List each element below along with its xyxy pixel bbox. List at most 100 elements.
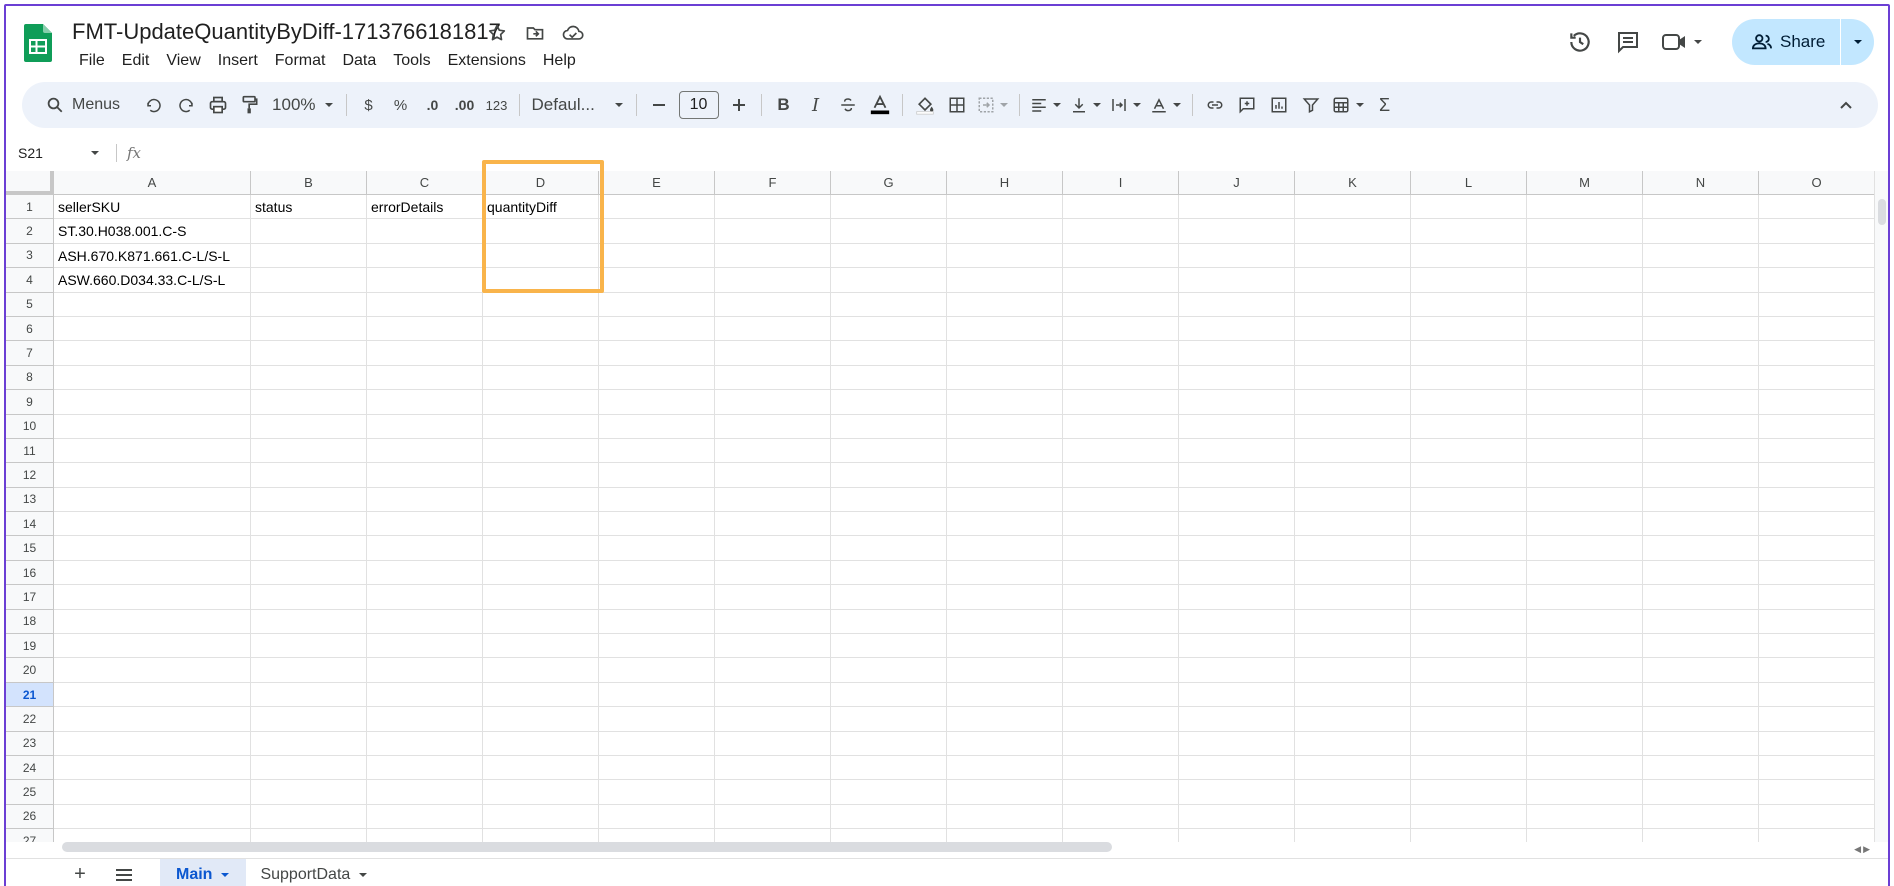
row-header[interactable]: 3 (6, 243, 54, 269)
star-icon[interactable] (484, 20, 510, 46)
cell[interactable] (947, 487, 1063, 513)
cell[interactable] (599, 316, 715, 342)
cell[interactable] (599, 536, 715, 561)
increase-decimal-button[interactable]: .00 (449, 89, 481, 121)
row-header[interactable]: 20 (6, 658, 54, 683)
cell[interactable] (947, 438, 1063, 464)
cell[interactable] (1063, 292, 1179, 317)
cell[interactable] (251, 585, 367, 610)
cell[interactable] (1179, 731, 1295, 756)
cell[interactable] (483, 755, 599, 781)
cell[interactable] (599, 634, 715, 659)
cell[interactable] (1295, 341, 1411, 366)
row-header[interactable]: 22 (6, 707, 54, 732)
cell[interactable] (1411, 365, 1527, 391)
cell[interactable] (1063, 414, 1179, 439)
cell[interactable] (1643, 243, 1759, 269)
cell[interactable] (715, 731, 831, 756)
cell[interactable] (367, 585, 483, 610)
cell[interactable] (54, 316, 251, 342)
cell[interactable] (831, 731, 947, 756)
cell[interactable] (367, 658, 483, 683)
row-header[interactable]: 9 (6, 390, 54, 415)
cell[interactable] (831, 268, 947, 293)
cloud-status-icon[interactable] (560, 20, 586, 46)
sheet-tab-main[interactable]: Main (160, 858, 247, 886)
cell[interactable] (1063, 804, 1179, 830)
cell[interactable] (599, 487, 715, 513)
cell[interactable] (599, 755, 715, 781)
cell[interactable] (1759, 438, 1875, 464)
cell[interactable] (1179, 536, 1295, 561)
cell[interactable] (1759, 658, 1875, 683)
cell[interactable] (1527, 243, 1643, 269)
row-header[interactable]: 19 (6, 634, 54, 659)
cell[interactable] (483, 219, 599, 244)
cell[interactable] (1295, 609, 1411, 635)
cell[interactable] (599, 731, 715, 756)
cell[interactable] (251, 634, 367, 659)
cell[interactable] (1411, 755, 1527, 781)
cell[interactable] (599, 195, 715, 220)
cell[interactable] (1411, 219, 1527, 244)
column-header[interactable]: N (1643, 171, 1759, 195)
menu-help[interactable]: Help (535, 50, 585, 72)
cell[interactable] (367, 560, 483, 586)
italic-icon[interactable]: I (800, 89, 832, 121)
decrease-font-size-icon[interactable] (643, 89, 675, 121)
more-formats-button[interactable]: 123 (481, 89, 513, 121)
fill-color-icon[interactable] (909, 89, 941, 121)
cell[interactable] (54, 707, 251, 732)
cell[interactable] (947, 560, 1063, 586)
cell[interactable] (1527, 268, 1643, 293)
cell[interactable] (1295, 438, 1411, 464)
cell[interactable] (251, 829, 367, 842)
cell[interactable] (1063, 316, 1179, 342)
cell[interactable] (1643, 536, 1759, 561)
cell[interactable] (1295, 268, 1411, 293)
cell[interactable] (1179, 365, 1295, 391)
cell[interactable] (1643, 755, 1759, 781)
column-header[interactable]: H (947, 171, 1063, 195)
cell[interactable]: ST.30.H038.001.C-S (54, 219, 251, 244)
cell[interactable] (1527, 487, 1643, 513)
cell[interactable] (831, 634, 947, 659)
decrease-decimal-button[interactable]: .0 (417, 89, 449, 121)
cell[interactable] (831, 463, 947, 488)
cell[interactable] (599, 268, 715, 293)
cell[interactable] (599, 609, 715, 635)
cell[interactable] (1411, 414, 1527, 439)
cell[interactable] (251, 682, 367, 708)
cell[interactable] (1411, 634, 1527, 659)
cell[interactable] (715, 755, 831, 781)
cell[interactable] (483, 682, 599, 708)
cell[interactable] (1527, 463, 1643, 488)
cell[interactable] (367, 316, 483, 342)
cell[interactable] (251, 292, 367, 317)
scroll-left-icon[interactable]: ◀ (1854, 844, 1861, 855)
cell[interactable] (599, 365, 715, 391)
share-button[interactable]: Share (1732, 19, 1874, 65)
zoom-select[interactable]: 100% (266, 89, 339, 121)
cell[interactable] (831, 219, 947, 244)
column-header[interactable]: B (251, 171, 367, 195)
format-currency-button[interactable]: $ (353, 89, 385, 121)
menu-file[interactable]: File (72, 50, 114, 72)
cell[interactable] (1527, 390, 1643, 415)
cell[interactable] (1179, 243, 1295, 269)
cell[interactable] (483, 463, 599, 488)
cell[interactable] (1063, 438, 1179, 464)
cell[interactable] (251, 560, 367, 586)
sheet-tab-supportdata[interactable]: SupportData (246, 859, 382, 886)
format-percent-button[interactable]: % (385, 89, 417, 121)
cell[interactable] (367, 780, 483, 805)
cell[interactable] (1643, 219, 1759, 244)
cell[interactable] (367, 731, 483, 756)
cell[interactable] (54, 463, 251, 488)
cell[interactable] (1411, 341, 1527, 366)
row-header[interactable]: 14 (6, 512, 54, 537)
cell[interactable] (947, 268, 1063, 293)
cell[interactable] (1295, 755, 1411, 781)
cell[interactable] (1179, 219, 1295, 244)
cell[interactable] (1063, 560, 1179, 586)
